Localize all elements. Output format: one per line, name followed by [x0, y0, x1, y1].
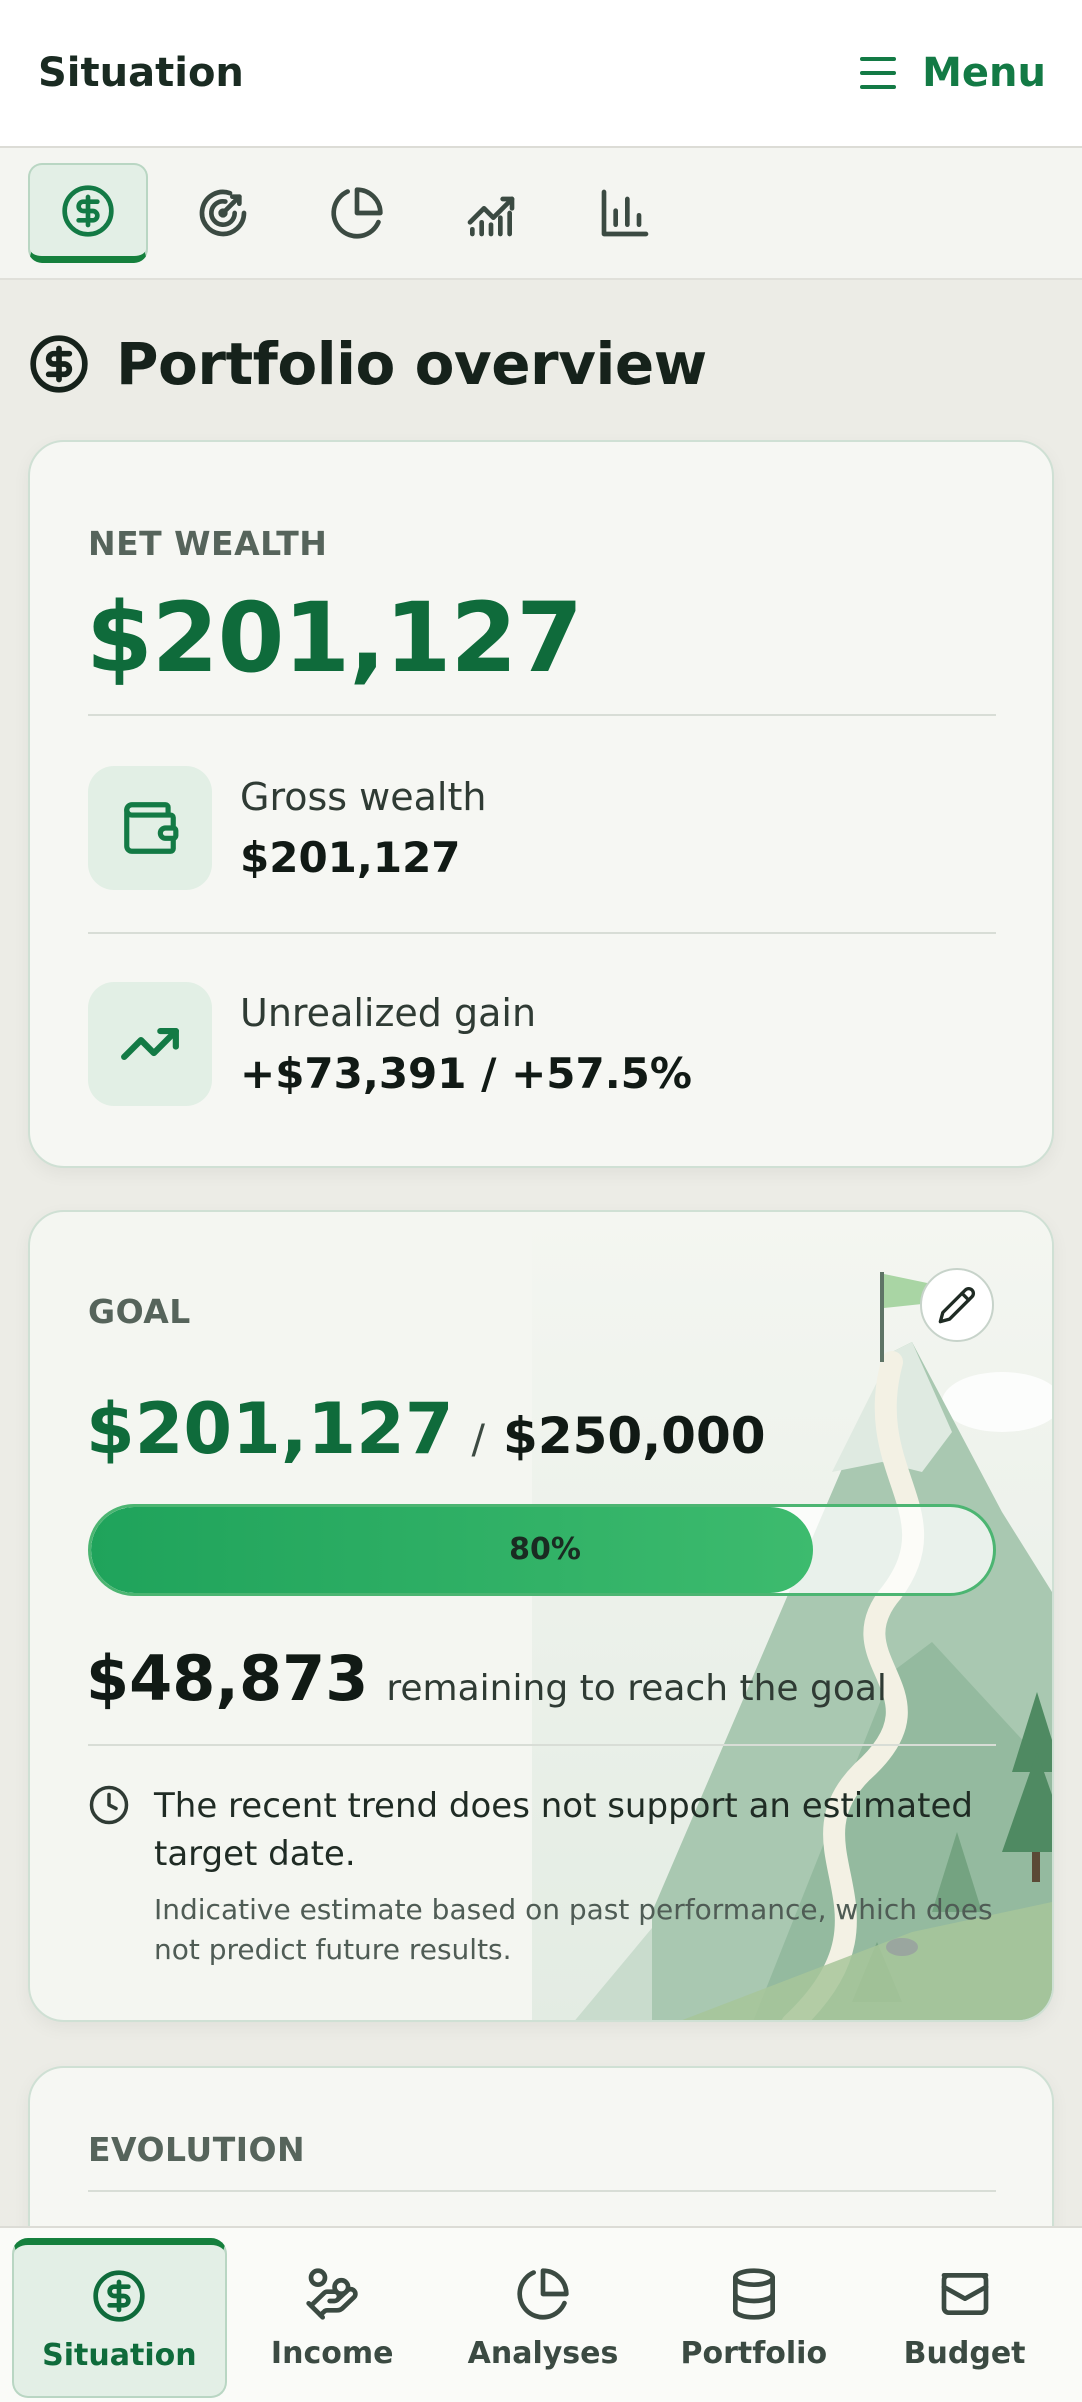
- goal-remaining: $48,873 remaining to reach the goal: [86, 1642, 887, 1715]
- gross-wealth-value: $201,127: [240, 832, 461, 882]
- edit-goal-button[interactable]: [920, 1268, 994, 1342]
- unrealized-gain-label: Unrealized gain: [240, 990, 537, 1035]
- pencil-icon: [938, 1286, 976, 1324]
- nav-label: Situation: [42, 2338, 197, 2373]
- goal-target-value: $250,000: [503, 1407, 766, 1465]
- tab-goals[interactable]: [164, 163, 282, 263]
- net-wealth-card: NET WEALTH $201,127 Gross wealth $201,12…: [28, 440, 1054, 1168]
- nav-portfolio[interactable]: Portfolio: [648, 2238, 859, 2398]
- database-icon: [732, 2267, 775, 2320]
- tab-history[interactable]: [566, 163, 684, 263]
- net-wealth-label: NET WEALTH: [88, 524, 328, 563]
- clock-icon: [89, 1785, 129, 1825]
- nav-income[interactable]: Income: [227, 2238, 438, 2398]
- trend-up-icon-box: [88, 982, 212, 1106]
- top-bar: Situation Menu: [0, 0, 1082, 148]
- tab-allocation[interactable]: [298, 163, 416, 263]
- nav-budget[interactable]: Budget: [859, 2238, 1070, 2398]
- page-title: Portfolio overview: [116, 330, 707, 398]
- goal-estimate-text: The recent trend does not support an est…: [154, 1782, 1028, 1970]
- divider: [88, 714, 996, 716]
- goal-progress-label: 80%: [509, 1532, 581, 1567]
- hand-coins-icon: [306, 2267, 358, 2320]
- unrealized-gain-value: +$73,391 / +57.5%: [240, 1048, 692, 1098]
- goal-estimate: The recent trend does not support an est…: [88, 1782, 1028, 1970]
- nav-analyses[interactable]: Analyses: [438, 2238, 649, 2398]
- gross-wealth-row: Gross wealth $201,127: [88, 766, 486, 890]
- divider: [88, 1744, 996, 1746]
- pie-chart-icon: [331, 187, 383, 239]
- trend-up-icon: [121, 1027, 179, 1061]
- trend-chart-icon: [467, 196, 515, 237]
- remaining-amount: $48,873: [86, 1642, 369, 1715]
- app-title: Situation: [38, 50, 244, 96]
- evolution-label: EVOLUTION: [88, 2130, 306, 2169]
- dollar-circle-icon: [30, 335, 88, 393]
- goal-card: GOAL $201,127 / $250,000 80% $48,873 rem…: [28, 1210, 1054, 2022]
- divider: [88, 932, 996, 934]
- nav-label: Budget: [903, 2335, 1026, 2371]
- hamburger-icon: [860, 57, 897, 89]
- bar-chart-icon: [601, 189, 649, 237]
- nav-label: Analyses: [467, 2335, 619, 2371]
- gross-wealth-label: Gross wealth: [240, 774, 487, 819]
- nav-label: Portfolio: [680, 2335, 828, 2371]
- trend-message: The recent trend does not support an est…: [154, 1786, 973, 1874]
- nav-situation[interactable]: Situation: [12, 2238, 227, 2398]
- tab-performance[interactable]: [432, 163, 550, 263]
- pie-chart-icon: [517, 2267, 569, 2320]
- wallet-icon-box: [88, 766, 212, 890]
- target-icon: [199, 189, 247, 237]
- dollar-circle-icon: [62, 184, 114, 237]
- menu-label: Menu: [922, 50, 1046, 96]
- page-heading: Portfolio overview: [28, 330, 707, 398]
- remaining-text: remaining to reach the goal: [386, 1668, 887, 1709]
- tab-overview[interactable]: [28, 163, 148, 263]
- unrealized-gain-row: Unrealized gain +$73,391 / +57.5%: [88, 982, 692, 1106]
- nav-label: Income: [270, 2335, 394, 2371]
- goal-current-value: $201,127: [86, 1388, 454, 1470]
- goal-separator: /: [471, 1417, 486, 1463]
- goal-label: GOAL: [88, 1292, 191, 1331]
- wallet-icon: [124, 802, 179, 854]
- section-tabs: [0, 148, 1082, 280]
- wallet-box-icon: [941, 2272, 988, 2315]
- bottom-navigation: Situation Income Analyses Portfolio Budg…: [0, 2226, 1082, 2402]
- gross-wealth-text: Gross wealth $201,127: [240, 775, 486, 882]
- goal-amounts: $201,127 / $250,000: [86, 1388, 766, 1470]
- unrealized-gain-text: Unrealized gain +$73,391 / +57.5%: [240, 991, 692, 1098]
- divider: [88, 2190, 996, 2192]
- menu-button[interactable]: Menu: [854, 49, 1046, 97]
- net-wealth-value: $201,127: [86, 582, 583, 694]
- dollar-circle-icon: [93, 2270, 146, 2322]
- estimate-disclaimer: Indicative estimate based on past perfor…: [154, 1893, 993, 1966]
- goal-progress-bar: 80%: [88, 1504, 996, 1596]
